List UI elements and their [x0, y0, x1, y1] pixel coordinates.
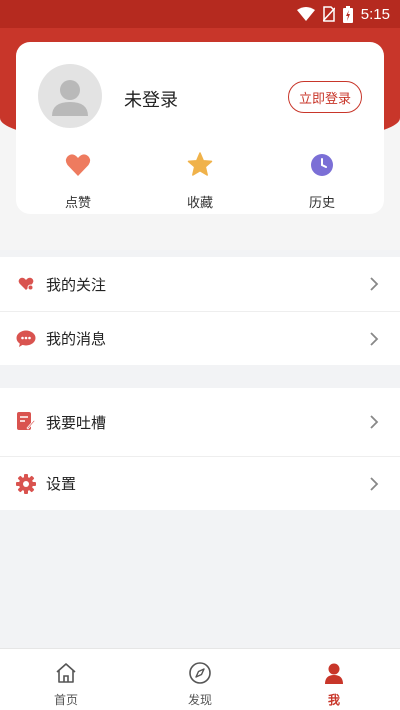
menu-item-feedback[interactable]: 我要吐槽 [0, 388, 400, 456]
quick-action-label: 收藏 [186, 196, 213, 211]
menu-item-label: 我的消息 [46, 330, 107, 348]
gear-icon [16, 473, 36, 494]
status-time: 5:15 [360, 5, 390, 23]
star-icon [187, 152, 213, 176]
tab-me[interactable]: 我 [294, 661, 374, 708]
tab-label: 首页 [53, 693, 78, 707]
heart-follow-icon [18, 277, 34, 291]
quick-action-label: 点赞 [64, 196, 91, 211]
chevron-right-icon [370, 277, 379, 291]
battery-charging-icon [342, 5, 353, 23]
avatar[interactable] [38, 64, 102, 128]
profile-card: 未登录 立即登录 点赞 收藏 历史 [16, 42, 384, 214]
menu-item-label: 我的关注 [46, 275, 107, 294]
menu-item-follows[interactable]: 我的关注 [0, 257, 400, 311]
status-icons: 5:15 [296, 4, 390, 24]
bottom-tab-bar: 首页 发现 我 [0, 648, 400, 710]
clock-icon [311, 154, 333, 176]
login-button[interactable]: 立即登录 [288, 81, 362, 113]
menu-group-2: 我要吐槽 设置 [0, 388, 400, 510]
quick-action-likes[interactable]: 点赞 [38, 150, 118, 211]
no-sim-icon [322, 6, 335, 22]
feedback-icon [17, 412, 35, 430]
wifi-icon [296, 7, 315, 21]
compass-icon [189, 662, 211, 684]
menu-group-1: 我的关注 我的消息 [0, 257, 400, 365]
menu-item-label: 设置 [46, 475, 77, 493]
quick-action-history[interactable]: 历史 [282, 150, 362, 211]
tab-label: 发现 [187, 693, 212, 707]
menu-item-settings[interactable]: 设置 [0, 456, 400, 510]
home-icon [56, 663, 76, 683]
chevron-right-icon [370, 477, 379, 491]
tab-home[interactable]: 首页 [26, 661, 106, 708]
chevron-right-icon [370, 415, 379, 429]
heart-icon [65, 154, 91, 176]
tab-discover[interactable]: 发现 [160, 661, 240, 708]
tab-label: 我 [327, 693, 340, 707]
default-avatar-icon [52, 80, 88, 116]
username: 未登录 [124, 90, 178, 111]
menu-item-label: 我要吐槽 [46, 413, 107, 432]
quick-action-label: 历史 [308, 196, 335, 211]
status-bar: 5:15 [0, 0, 400, 28]
person-icon [325, 663, 343, 684]
menu-item-messages[interactable]: 我的消息 [0, 311, 400, 365]
quick-action-favorites[interactable]: 收藏 [160, 150, 240, 211]
chevron-right-icon [370, 332, 379, 346]
message-icon [16, 330, 36, 347]
